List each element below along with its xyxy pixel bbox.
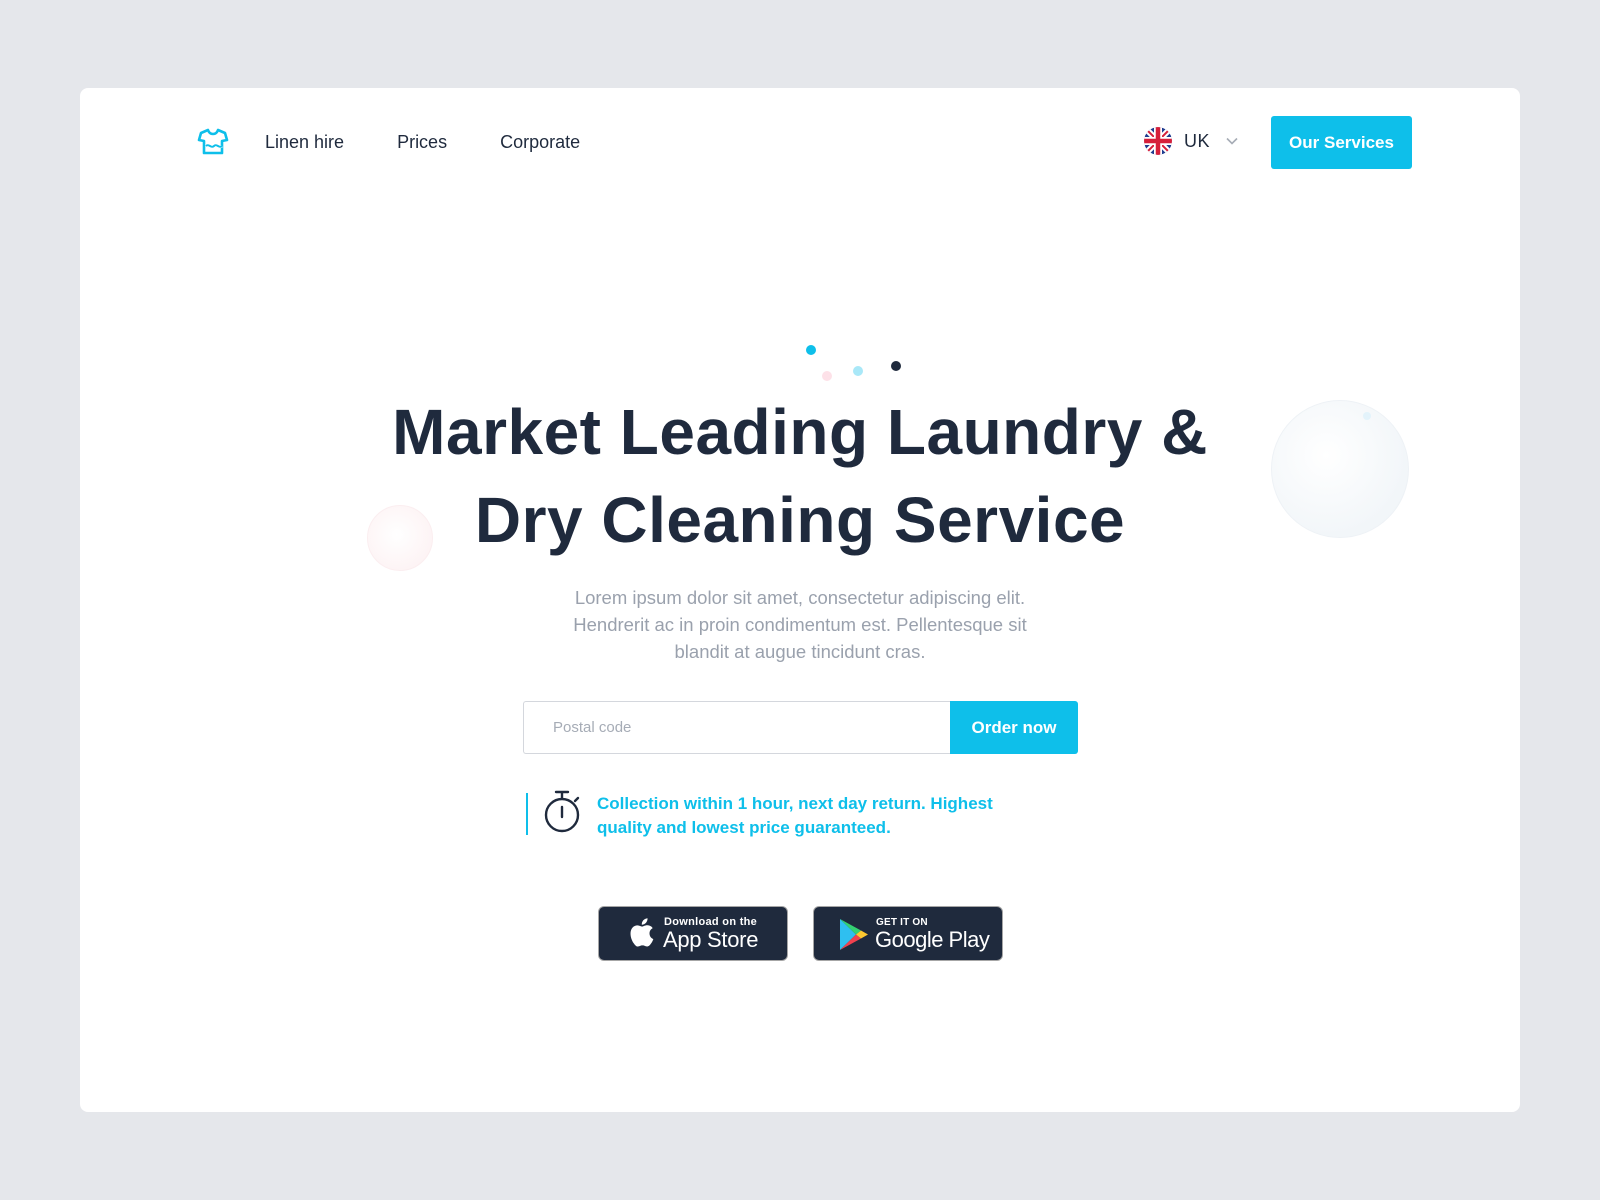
language-selector[interactable]: UK — [1144, 126, 1238, 156]
language-label: UK — [1184, 130, 1211, 151]
nav-linen-hire[interactable]: Linen hire — [265, 130, 344, 154]
google-play-icon — [840, 919, 868, 950]
uk-flag-icon — [1144, 127, 1172, 155]
note-accent-bar — [526, 793, 528, 835]
nav-corporate[interactable]: Corporate — [500, 130, 580, 154]
app-store-label: App Store — [663, 927, 759, 952]
main-nav: Linen hire Prices Corporate — [265, 130, 580, 154]
hero-subtitle-line: Hendrerit ac in proin condimentum est. P… — [573, 614, 1027, 635]
guarantee-text-line: Collection within 1 hour, next day retur… — [597, 794, 993, 813]
nav-prices[interactable]: Prices — [397, 130, 447, 154]
our-services-button[interactable]: Our Services — [1271, 116, 1412, 169]
postal-code-input[interactable] — [523, 701, 950, 754]
decor-dot — [891, 361, 901, 371]
decor-dot — [822, 371, 832, 381]
decor-dot — [853, 366, 863, 376]
order-now-button[interactable]: Order now — [950, 701, 1078, 754]
hero-title: Market Leading Laundry & Dry Cleaning Se… — [80, 388, 1520, 564]
page-card: Linen hire Prices Corporate UK Our Servi… — [80, 88, 1520, 1112]
order-form: Order now — [523, 701, 1078, 754]
hero-subtitle: Lorem ipsum dolor sit amet, consectetur … — [528, 584, 1072, 665]
hero-title-line: Market Leading Laundry & — [392, 396, 1208, 468]
guarantee-note: Collection within 1 hour, next day retur… — [526, 789, 1046, 837]
app-store-button[interactable]: Download on the App Store — [598, 906, 788, 961]
google-play-button[interactable]: GET IT ON Google Play — [813, 906, 1003, 961]
hero-subtitle-line: Lorem ipsum dolor sit amet, consectetur … — [574, 587, 1026, 608]
decor-dot — [806, 345, 816, 355]
google-play-label: Google Play — [875, 927, 990, 952]
tshirt-icon[interactable] — [197, 126, 229, 158]
hero-title-line: Dry Cleaning Service — [474, 484, 1126, 556]
stopwatch-icon — [544, 790, 580, 833]
guarantee-text: Collection within 1 hour, next day retur… — [597, 792, 1047, 840]
hero-subtitle-line: blandit at augue tincidunt cras. — [674, 641, 926, 662]
chevron-down-icon — [1226, 137, 1238, 145]
apple-icon — [630, 918, 654, 947]
guarantee-text-line: quality and lowest price guaranteed. — [597, 818, 891, 837]
